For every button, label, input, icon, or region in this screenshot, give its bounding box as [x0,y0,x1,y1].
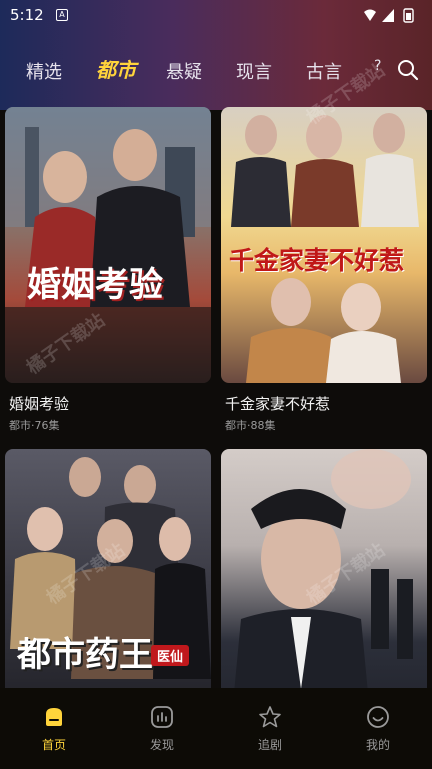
tab-featured[interactable]: 精选 [26,58,62,84]
discover-icon [151,706,173,728]
category-tabs: 精选 都市 悬疑 现言 古言 ? [0,52,432,88]
nav-home[interactable]: 首页 [24,704,84,753]
poster-title: 千金家妻不好惹 [229,246,405,275]
app-screen: 5:12 A 精选 都市 悬疑 现言 古言 ? 婚姻考验 婚姻考验 都市·76集… [0,0,432,769]
drama-poster[interactable]: 千金家妻不好惹 [221,107,427,383]
nav-following[interactable]: 追剧 [240,704,300,753]
nav-discover[interactable]: 发现 [132,704,192,753]
poster-title: 都市药王 [17,635,153,675]
drama-meta: 都市·88集 [225,419,276,432]
tab-more[interactable]: ? [374,58,381,74]
signal-icon [382,9,394,22]
tab-urban[interactable]: 都市 [96,54,136,83]
poster-art [10,457,211,679]
nav-label: 发现 [149,738,174,752]
wifi-icon [364,9,376,21]
nav-label: 我的 [365,738,390,752]
drama-title[interactable]: 婚姻考验 [9,393,69,414]
status-bar: 5:12 A [0,0,432,32]
bottom-nav: 首页 发现 追剧 我的 [0,688,432,769]
drama-poster[interactable]: 都市药王 医仙 [5,449,211,725]
nav-profile[interactable]: 我的 [348,704,408,753]
drama-poster[interactable]: 婚姻考验 [5,107,211,383]
poster-title: 婚姻考验 [27,265,163,305]
tab-ancient-romance[interactable]: 古言 [306,58,342,84]
drama-title[interactable]: 千金家妻不好惹 [225,393,330,414]
poster-art [231,449,413,725]
star-icon [259,706,281,728]
drama-poster[interactable] [221,449,427,725]
status-time: 5:12 [10,6,44,24]
search-icon[interactable] [396,58,420,82]
home-icon [46,708,62,726]
tab-modern-romance[interactable]: 现言 [236,58,272,84]
drama-meta: 都市·76集 [9,419,60,432]
poster-badge: 医仙 [151,645,190,666]
nav-label: 追剧 [257,738,282,752]
notification-icon: A [56,9,68,21]
status-icons [364,8,414,23]
nav-label: 首页 [41,738,66,752]
tab-suspense[interactable]: 悬疑 [166,58,202,84]
poster-art [5,107,211,383]
profile-icon [367,706,389,728]
